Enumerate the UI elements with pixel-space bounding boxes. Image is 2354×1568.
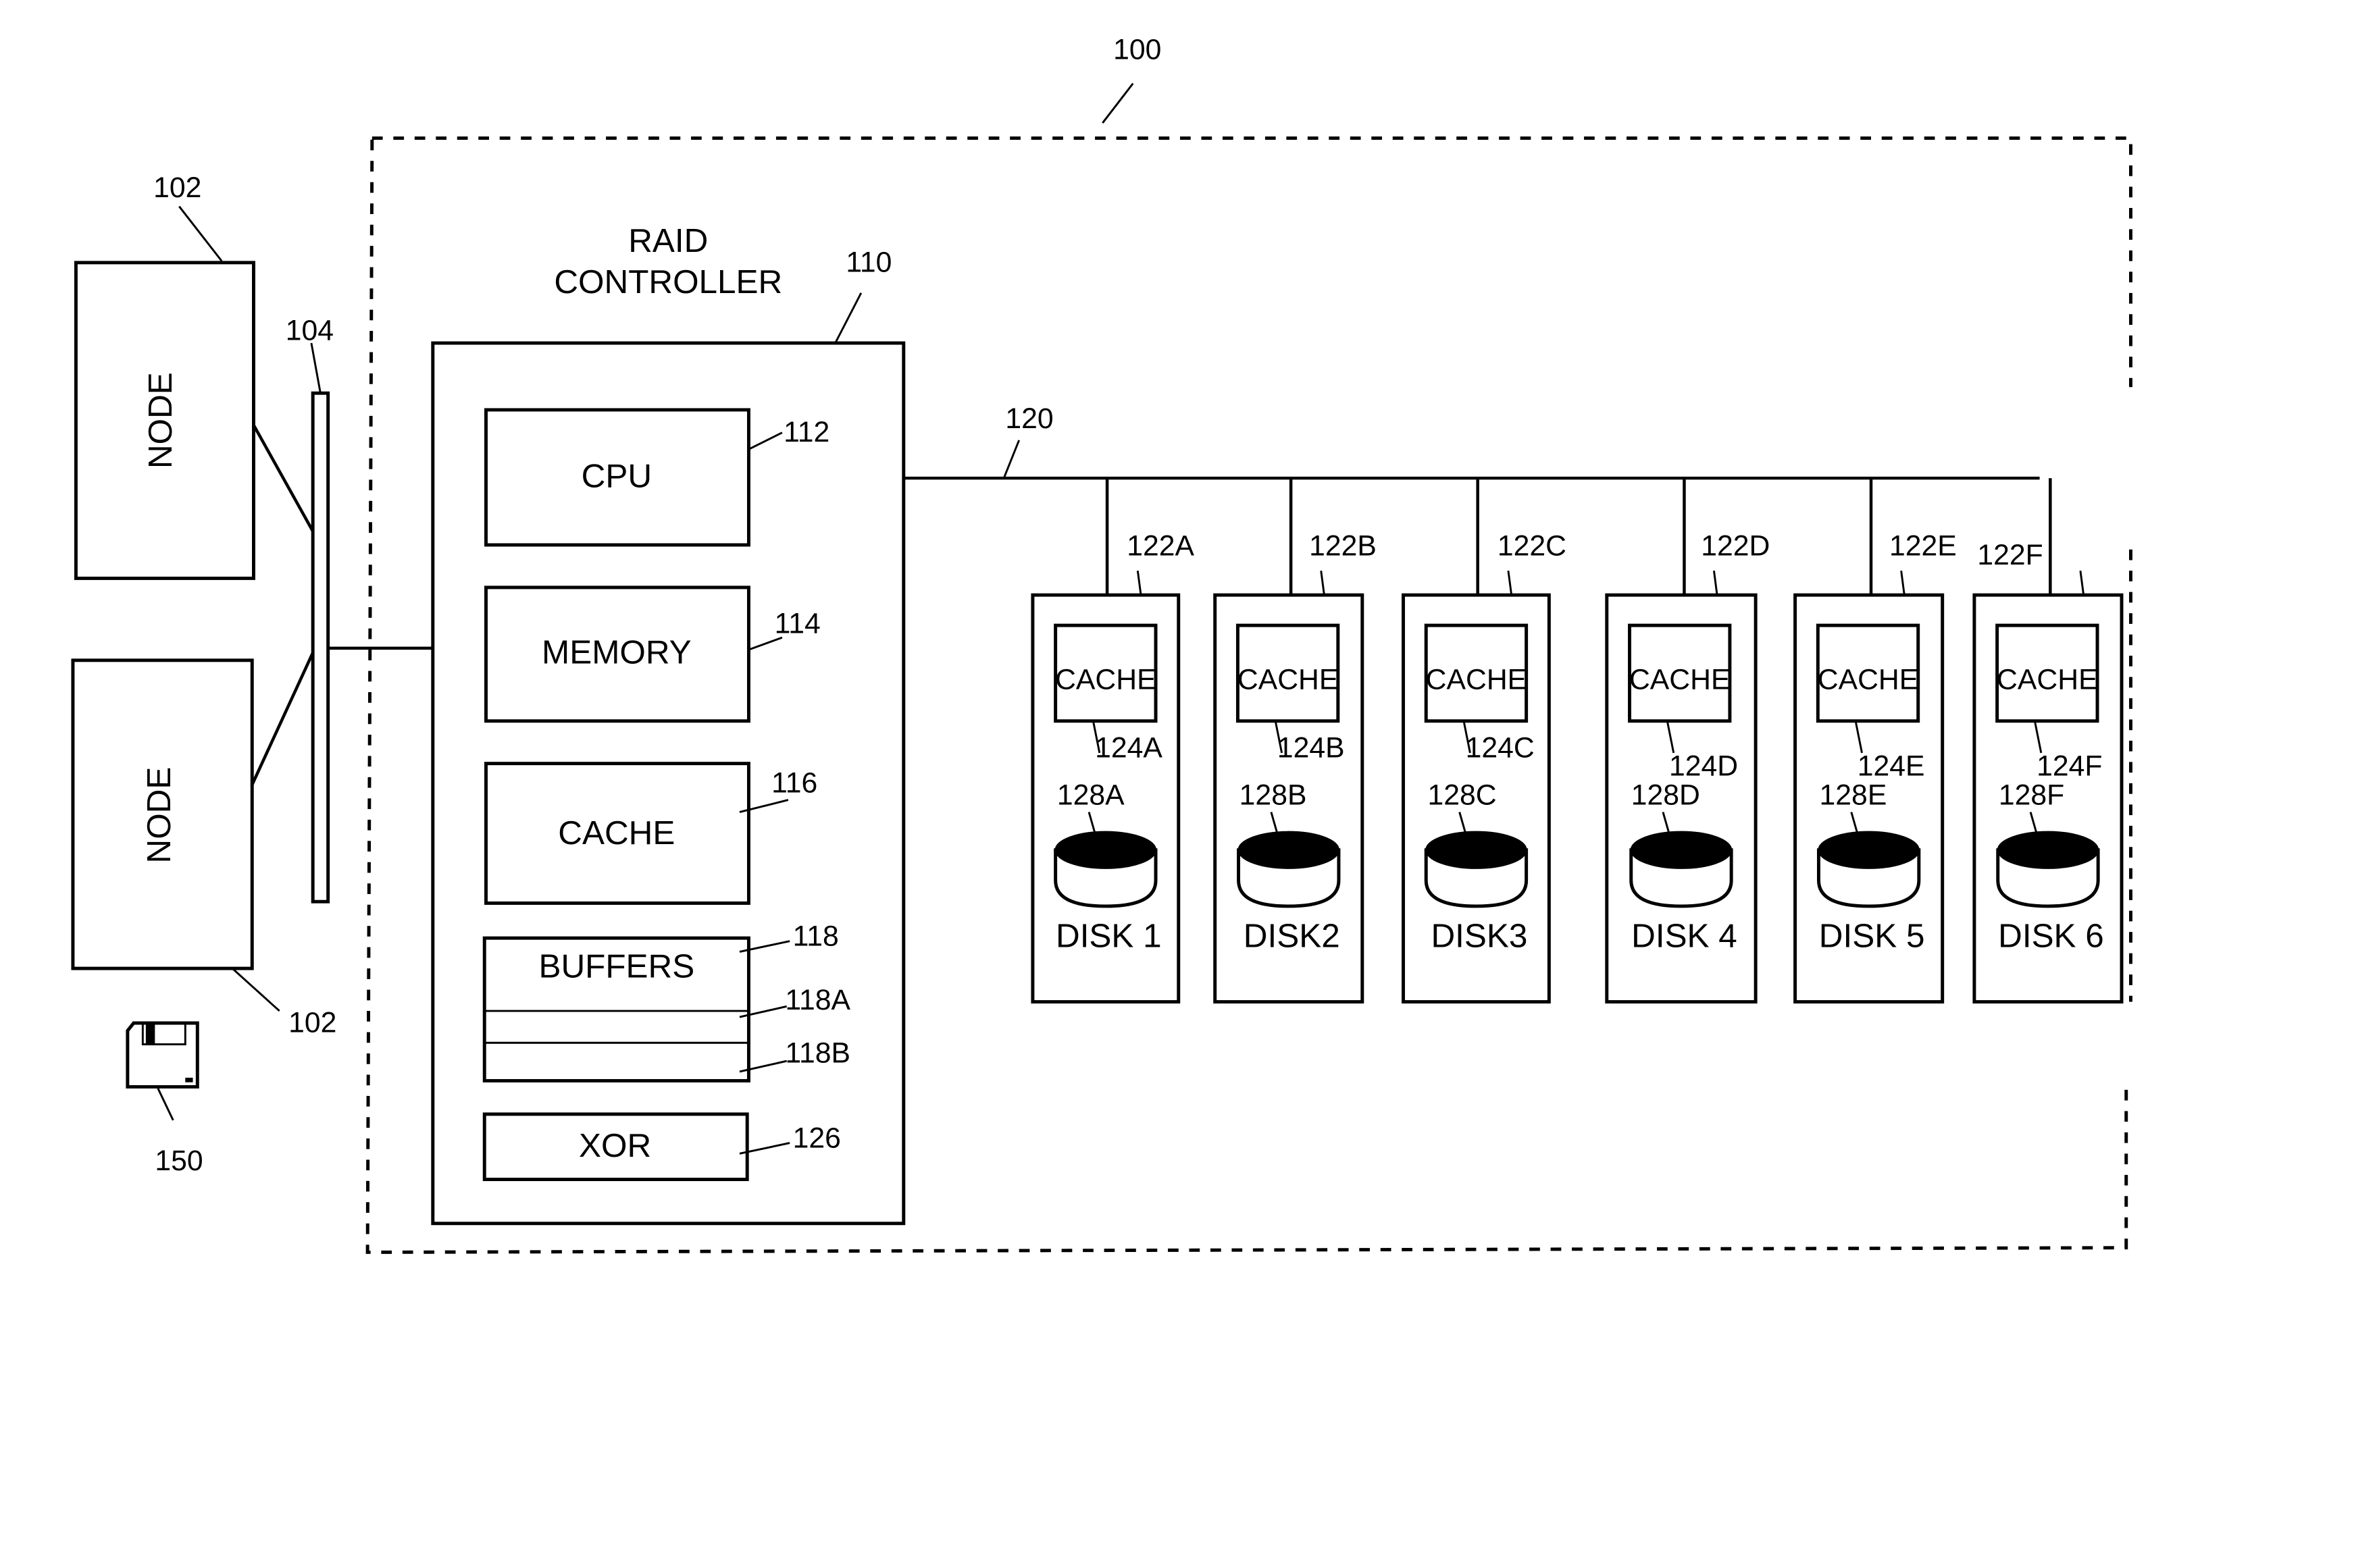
- disk-platter-ref: 128A: [1057, 779, 1125, 811]
- floppy-disk-icon: 150: [126, 1021, 203, 1177]
- disk-cache-ref: 124D: [1669, 750, 1738, 783]
- disk-label: DISK 1: [1056, 918, 1162, 955]
- disk-cache-ref: 124A: [1095, 732, 1162, 764]
- raid-title-line1: RAID: [628, 222, 708, 259]
- disk-label: DISK 5: [1819, 918, 1925, 955]
- disk-platter-icon: [1629, 831, 1733, 908]
- disk-cache-label: CACHE: [1997, 664, 2098, 696]
- disk-link-ref: 122A: [1127, 530, 1194, 563]
- disk-cache-ref: 124C: [1466, 732, 1535, 764]
- disk-platter-ref: 128B: [1239, 779, 1307, 811]
- disk-array: 122A CACHE 124A 128A DISK 1 122B CACHE 124B 128B…: [1031, 478, 2124, 1004]
- disk-platter-ref: 128D: [1631, 779, 1700, 811]
- disk-platter-icon: [1054, 831, 1158, 908]
- disk-unit: 122E CACHE 124E128E DISK 5: [1793, 478, 1957, 1004]
- disk-platter-ref: 128E: [1820, 779, 1887, 811]
- interconnect-ref: 104: [286, 315, 334, 347]
- svg-text:XOR: XOR: [579, 1127, 651, 1164]
- interconnect: 104: [251, 315, 433, 904]
- disk-link-ref: 122B: [1309, 530, 1377, 563]
- disk-label: DISK2: [1244, 918, 1340, 955]
- disk-cache-ref: 124E: [1858, 750, 1925, 783]
- svg-text:BUFFERS: BUFFERS: [538, 948, 694, 985]
- disk-link-ref: 122F: [1977, 539, 2043, 571]
- raid-system-diagram: 100 NODE 102 NODE 102 104 150 RAID CONTR…: [71, 34, 2132, 1254]
- svg-text:CPU: CPU: [582, 458, 652, 495]
- svg-text:CACHE: CACHE: [558, 814, 675, 852]
- disk-platter-ref: 128F: [1999, 779, 2064, 811]
- disk-link-ref: 122C: [1498, 530, 1566, 563]
- disk-label: DISK3: [1431, 918, 1527, 955]
- buffers-ref: 118: [793, 920, 839, 952]
- buffer-b-ref: 118B: [785, 1037, 850, 1069]
- disk-unit: 122B CACHE 124B 128B DISK2: [1213, 478, 1377, 1004]
- disk-unit: 122D CACHE 124D128D DISK 4: [1605, 478, 1770, 1004]
- raid-controller: RAID CONTROLLER 110 CPU 112 MEMORY 114 C…: [431, 222, 906, 1226]
- node-label: NODE: [140, 767, 178, 864]
- raid-controller-ref: 110: [846, 246, 892, 278]
- disk-link-ref: 122E: [1889, 530, 1957, 563]
- disk-cache-label: CACHE: [1818, 664, 1919, 696]
- xor-ref: 126: [793, 1122, 841, 1154]
- storage-media-ref: 150: [155, 1145, 203, 1177]
- cpu-ref: 112: [784, 416, 829, 448]
- disk-platter-ref: 128C: [1427, 779, 1496, 811]
- disk-platter-icon: [1996, 831, 2100, 908]
- buffer-a-ref: 118A: [785, 984, 850, 1016]
- buffers-box: BUFFERS 118 118A 118B: [482, 920, 851, 1082]
- disk-cache-ref: 124F: [2037, 750, 2102, 783]
- system-ref: 100: [1113, 34, 1161, 66]
- disk-cache-ref: 124B: [1277, 732, 1345, 764]
- disk-cache-label: CACHE: [1426, 664, 1527, 696]
- disk-unit: 122C CACHE 124C 128C DISK3: [1402, 478, 1566, 1004]
- disk-label: DISK 6: [1998, 918, 2104, 955]
- disk-platter-icon: [1237, 831, 1341, 908]
- disk-bus: 120: [903, 402, 2040, 480]
- bus-ref: 120: [1005, 402, 1053, 435]
- disk-platter-icon: [1424, 831, 1529, 908]
- svg-text:MEMORY: MEMORY: [542, 633, 692, 671]
- raid-title-line2: CONTROLLER: [554, 263, 782, 300]
- memory-ref: 114: [775, 607, 821, 639]
- node-bottom: NODE 102: [71, 658, 336, 1039]
- disk-link-ref: 122D: [1701, 530, 1770, 563]
- disk-cache-label: CACHE: [1237, 664, 1339, 696]
- disk-cache-label: CACHE: [1055, 664, 1156, 696]
- disk-cache-label: CACHE: [1629, 664, 1731, 696]
- node-top: NODE 102: [74, 172, 255, 580]
- node-ref: 102: [288, 1007, 336, 1039]
- disk-unit: 122F CACHE 124F128F DISK 6: [1972, 478, 2124, 1004]
- controller-cache-ref: 116: [771, 766, 817, 799]
- disk-platter-icon: [1816, 831, 1921, 908]
- disk-label: DISK 4: [1631, 918, 1737, 955]
- disk-unit: 122A CACHE 124A 128A DISK 1: [1031, 478, 1195, 1004]
- node-label: NODE: [142, 372, 179, 469]
- node-ref: 102: [153, 172, 201, 204]
